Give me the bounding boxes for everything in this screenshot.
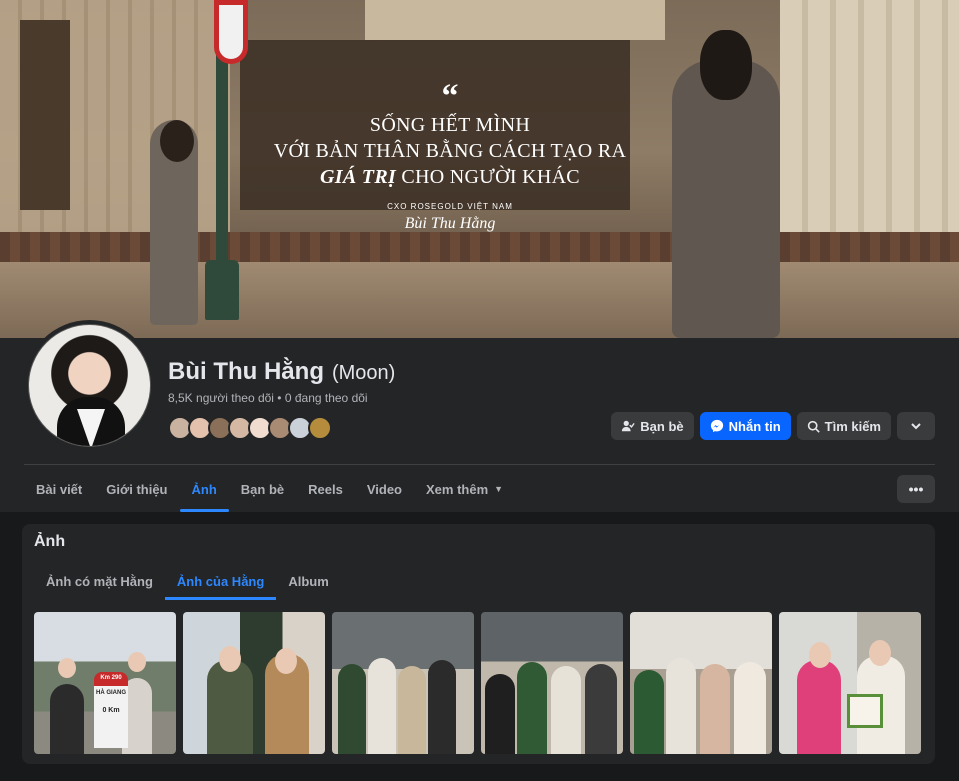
quote-mark-icon: “: [441, 78, 459, 115]
profile-avatar[interactable]: [24, 320, 155, 451]
tab-reels[interactable]: Reels: [296, 466, 355, 512]
photo-figure: [368, 658, 396, 754]
profile-actions: Bạn bè Nhắn tin Tìm kiếm: [611, 412, 935, 440]
cover-lamp-base: [205, 260, 239, 320]
tab-more[interactable]: Xem thêm ▼: [414, 466, 515, 512]
chevron-down-icon: [911, 423, 921, 430]
photo-figure: [338, 664, 366, 754]
quote-line-2: VỚI BẢN THÂN BẰNG CÁCH TẠO RA: [273, 140, 627, 162]
photo-figure: [585, 664, 617, 754]
follow-counts[interactable]: 8,5K người theo dõi • 0 đang theo dõi: [168, 391, 368, 405]
messenger-icon: [710, 419, 723, 433]
quote-emphasis: GIÁ TRỊ: [320, 166, 397, 188]
photo-thumbnail[interactable]: [630, 612, 772, 754]
cover-doorway: [20, 20, 70, 210]
profile-name: Bùi Thu Hằng (Moon): [168, 358, 395, 386]
tab-posts[interactable]: Bài viết: [24, 466, 94, 512]
photo-thumbnail[interactable]: [779, 612, 921, 754]
more-menu-button[interactable]: •••: [897, 475, 935, 503]
photo-figure: [634, 670, 664, 754]
photo-head: [809, 642, 831, 668]
cover-no-entry-sign: [214, 0, 248, 64]
milestone-sign: Km 290 HÀ GIANG 0 Km: [94, 672, 128, 748]
tab-video[interactable]: Video: [355, 466, 414, 512]
photo-thumbnail[interactable]: Km 290 HÀ GIANG 0 Km: [34, 612, 176, 754]
tab-more-label: Xem thêm: [426, 481, 489, 497]
cover-person-right-head: [700, 30, 752, 100]
photo-figure: [428, 660, 456, 754]
photo-head: [58, 658, 76, 678]
quote-tail: CHO NGƯỜI KHÁC: [396, 166, 580, 188]
photo-thumbnail[interactable]: [332, 612, 474, 754]
message-button-label: Nhắn tin: [728, 418, 781, 434]
cover-wall-right: [780, 0, 959, 250]
profile-alt-name: (Moon): [331, 362, 396, 384]
message-button[interactable]: Nhắn tin: [699, 412, 791, 440]
cover-person-left-head: [160, 120, 194, 162]
photo-figure: [700, 664, 730, 754]
quote-line-1: SỐNG HẾT MÌNH: [369, 114, 531, 136]
photo-figure: [517, 662, 547, 754]
photo-thumbnail[interactable]: [183, 612, 325, 754]
photos-card: Ảnh Ảnh có mặt Hằng Ảnh của Hằng Album K…: [22, 524, 935, 764]
search-icon: [807, 420, 820, 433]
tab-friends[interactable]: Bạn bè: [229, 466, 296, 512]
friend-avatars[interactable]: [168, 416, 332, 440]
subtab-albums[interactable]: Album: [276, 562, 340, 600]
photo-figure: [551, 666, 581, 754]
quote-caption: CXO ROSEGOLD VIỆT NAM: [387, 202, 513, 211]
tab-photos[interactable]: Ảnh: [179, 466, 230, 512]
quote-line-3: GIÁ TRỊ CHO NGƯỜI KHÁC: [270, 164, 630, 190]
photos-card-title: Ảnh: [34, 533, 66, 550]
milestone-km: Km 290: [100, 675, 122, 681]
photo-figure: [398, 666, 426, 754]
photo-figure: [734, 662, 766, 754]
profile-tabs: Bài viết Giới thiệu Ảnh Bạn bè Reels Vid…: [24, 466, 515, 512]
photo-head: [275, 648, 297, 674]
photo-figure: [666, 658, 696, 754]
milestone-place: HÀ GIANG: [96, 690, 126, 696]
photo-thumbnail[interactable]: [481, 612, 623, 754]
photo-figure: [485, 674, 515, 754]
friend-check-icon: [622, 420, 635, 432]
photos-subtabs: Ảnh có mặt Hằng Ảnh của Hằng Album: [34, 562, 341, 600]
cover-sidewalk: [0, 262, 959, 338]
friend-avatar[interactable]: [308, 416, 332, 440]
ellipsis-icon: •••: [908, 481, 924, 497]
photo-figure: [207, 660, 253, 754]
profile-name-text: Bùi Thu Hằng: [168, 358, 324, 385]
subtab-photos-of[interactable]: Ảnh có mặt Hằng: [34, 562, 165, 600]
subtab-photos-by[interactable]: Ảnh của Hằng: [164, 562, 277, 600]
cover-ledge: [365, 0, 665, 40]
photo-frame: [847, 694, 883, 728]
cover-quote: “ SỐNG HẾT MÌNH VỚI BẢN THÂN BẰNG CÁCH T…: [270, 78, 630, 233]
photo-figure: [50, 684, 84, 754]
more-options-button[interactable]: [897, 412, 935, 440]
friends-button[interactable]: Bạn bè: [611, 412, 694, 440]
header-divider: [24, 464, 935, 465]
avatar-image: [28, 324, 151, 447]
milestone-zero: 0 Km: [102, 707, 120, 714]
photo-figure: [797, 660, 841, 754]
cover-person-right: [672, 60, 780, 338]
caret-down-icon: ▼: [494, 484, 504, 494]
cover-photo[interactable]: “ SỐNG HẾT MÌNH VỚI BẢN THÂN BẰNG CÁCH T…: [0, 0, 959, 338]
search-button[interactable]: Tìm kiếm: [796, 412, 891, 440]
tab-about[interactable]: Giới thiệu: [94, 466, 179, 512]
search-button-label: Tìm kiếm: [824, 418, 881, 434]
photo-head: [128, 652, 146, 672]
photo-head: [869, 640, 891, 666]
quote-signature: Bùi Thu Hằng: [404, 215, 496, 232]
photo-head: [219, 646, 241, 672]
cover-wall-base: [0, 232, 959, 262]
photo-grid: Km 290 HÀ GIANG 0 Km: [34, 612, 921, 754]
friends-button-label: Bạn bè: [640, 418, 684, 434]
